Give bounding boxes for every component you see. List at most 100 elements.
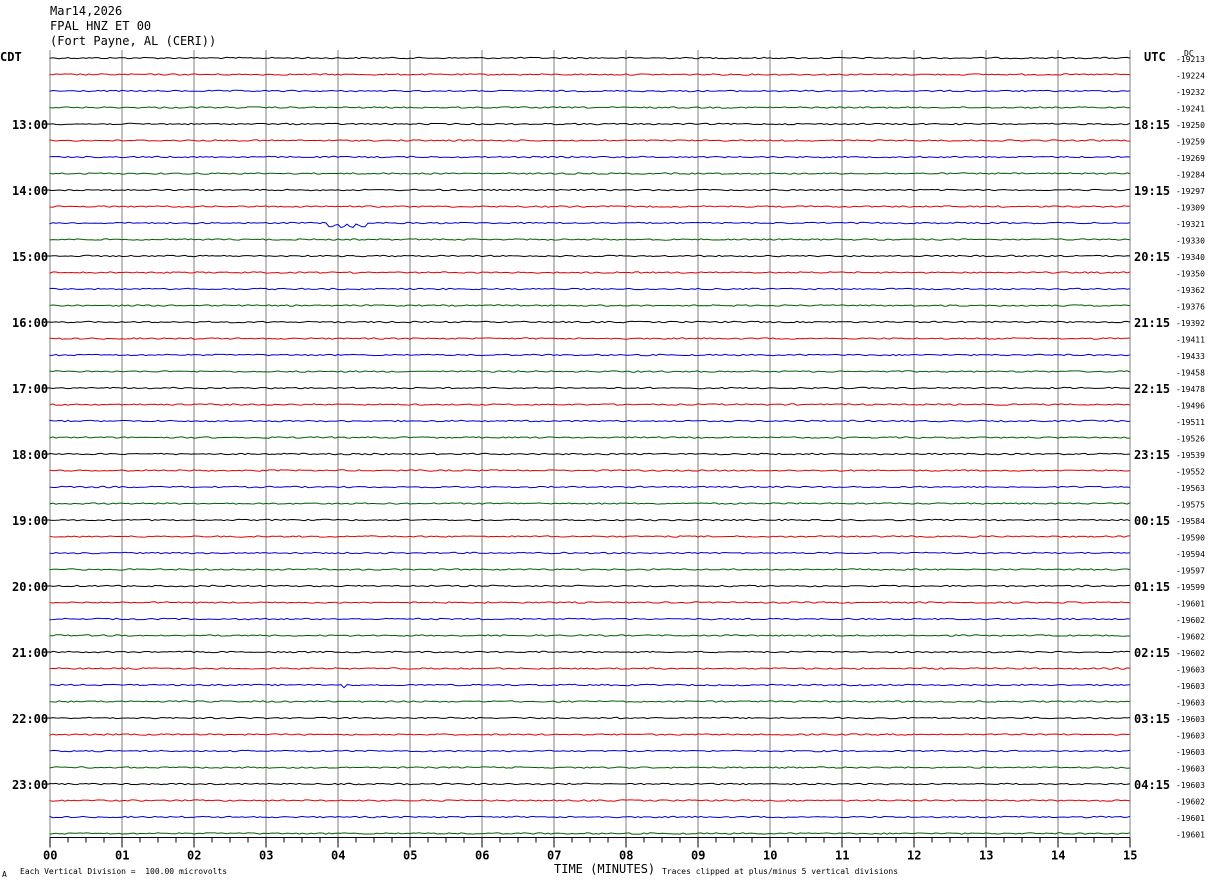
trace-35 xyxy=(49,634,1130,637)
right-hour-label-2: 20:15 xyxy=(1134,250,1170,264)
dc-offset-label-3: -19241 xyxy=(1176,105,1205,114)
x-tick-label-1: 01 xyxy=(115,849,129,863)
left-hour-label-3: 16:00 xyxy=(12,316,48,330)
trace-5 xyxy=(49,139,1131,142)
trace-9 xyxy=(49,205,1130,208)
dc-offset-label-10: -19321 xyxy=(1176,220,1205,229)
trace-1 xyxy=(49,73,1131,76)
dc-offset-label-41: -19603 xyxy=(1176,732,1205,741)
dc-offset-label-32: -19599 xyxy=(1176,583,1205,592)
x-tick-label-9: 09 xyxy=(691,849,705,863)
trace-30 xyxy=(49,551,1131,555)
right-hour-label-5: 23:15 xyxy=(1134,448,1170,462)
dc-offset-label-16: -19392 xyxy=(1176,319,1205,328)
x-tick-label-2: 02 xyxy=(187,849,201,863)
left-hour-label-0: 13:00 xyxy=(12,118,48,132)
dc-offset-label-31: -19597 xyxy=(1176,567,1205,576)
dc-offset-label-11: -19330 xyxy=(1176,237,1205,246)
dc-offset-label-22: -19511 xyxy=(1176,418,1205,427)
trace-40 xyxy=(49,716,1131,720)
trace-32 xyxy=(49,584,1131,588)
trace-43 xyxy=(49,766,1131,769)
dc-offset-label-44: -19603 xyxy=(1176,781,1205,790)
left-hour-label-2: 15:00 xyxy=(12,250,48,264)
dc-offset-label-45: -19602 xyxy=(1176,798,1205,807)
dc-offset-label-39: -19603 xyxy=(1176,699,1205,708)
trace-21 xyxy=(49,403,1131,406)
dc-offset-label-5: -19259 xyxy=(1176,138,1205,147)
right-hour-label-7: 01:15 xyxy=(1134,580,1170,594)
trace-11 xyxy=(49,238,1131,241)
dc-offset-label-23: -19526 xyxy=(1176,435,1205,444)
dc-offset-label-36: -19602 xyxy=(1176,649,1205,658)
dc-offset-label-6: -19269 xyxy=(1176,154,1205,163)
right-hour-label-9: 03:15 xyxy=(1134,712,1170,726)
dc-offset-label-28: -19584 xyxy=(1176,517,1205,526)
trace-26 xyxy=(49,485,1131,489)
seismogram-chart: -19213-19224-19232-19241-19250-19259-192… xyxy=(12,49,1205,863)
trace-39 xyxy=(49,700,1131,703)
x-tick-label-7: 07 xyxy=(547,849,561,863)
trace-33 xyxy=(49,601,1131,604)
dc-offset-label-34: -19602 xyxy=(1176,616,1205,625)
x-tick-label-14: 14 xyxy=(1051,849,1065,863)
trace-10 xyxy=(49,221,1131,229)
dc-offset-label-7: -19284 xyxy=(1176,171,1205,180)
left-hour-label-9: 22:00 xyxy=(12,712,48,726)
trace-36 xyxy=(49,650,1131,654)
dc-offset-label-1: -19224 xyxy=(1176,72,1205,81)
right-hour-label-10: 04:15 xyxy=(1134,778,1170,792)
clip-note: Traces clipped at plus/minus 5 vertical … xyxy=(662,867,899,876)
x-tick-label-10: 10 xyxy=(763,849,777,863)
x-axis-title: TIME (MINUTES) xyxy=(554,862,656,876)
dc-offset-label-12: -19340 xyxy=(1176,253,1205,262)
dc-offset-label-4: -19250 xyxy=(1176,121,1205,130)
dc-offset-label-38: -19603 xyxy=(1176,682,1205,691)
trace-13 xyxy=(49,271,1131,274)
trace-29 xyxy=(49,535,1131,538)
dc-label: DC xyxy=(1184,49,1194,58)
label-group: -19213-19224-19232-19241-19250-19259-192… xyxy=(12,49,1205,840)
x-tick-label-12: 12 xyxy=(907,849,921,863)
trace-16 xyxy=(49,320,1131,324)
right-hour-label-1: 19:15 xyxy=(1134,184,1170,198)
trace-group xyxy=(49,56,1131,835)
dc-offset-label-21: -19496 xyxy=(1176,402,1205,411)
trace-8 xyxy=(49,188,1131,192)
right-hour-label-0: 18:15 xyxy=(1134,118,1170,132)
trace-2 xyxy=(49,89,1131,93)
dc-offset-label-19: -19458 xyxy=(1176,369,1205,378)
dc-offset-label-29: -19590 xyxy=(1176,534,1205,543)
left-hour-label-7: 20:00 xyxy=(12,580,48,594)
trace-34 xyxy=(49,617,1131,621)
trace-3 xyxy=(49,106,1131,109)
trace-38 xyxy=(49,683,1130,689)
trace-24 xyxy=(49,452,1131,456)
dc-offset-label-37: -19603 xyxy=(1176,666,1205,675)
trace-20 xyxy=(49,386,1131,390)
dc-offset-label-9: -19309 xyxy=(1176,204,1205,213)
dc-offset-label-46: -19601 xyxy=(1176,814,1205,823)
dc-offset-label-18: -19433 xyxy=(1176,352,1205,361)
left-hour-label-5: 18:00 xyxy=(12,448,48,462)
dc-offset-label-43: -19603 xyxy=(1176,765,1205,774)
x-tick-label-13: 13 xyxy=(979,849,993,863)
dc-offset-label-47: -19601 xyxy=(1176,831,1205,840)
dc-offset-label-27: -19575 xyxy=(1176,501,1205,510)
x-axis: 00 01 02 03 04 05 06 07 08 09 10 11 12 13 14 15 xyxy=(43,837,1137,863)
trace-6 xyxy=(49,155,1131,159)
dc-offset-label-20: -19478 xyxy=(1176,385,1205,394)
trace-25 xyxy=(49,469,1131,472)
trace-22 xyxy=(49,419,1130,423)
dc-offset-label-8: -19297 xyxy=(1176,187,1205,196)
x-tick-label-4: 04 xyxy=(331,849,345,863)
dc-offset-label-40: -19603 xyxy=(1176,715,1205,724)
right-hour-label-4: 22:15 xyxy=(1134,382,1170,396)
corner-mark: A xyxy=(2,870,7,879)
dc-offset-label-33: -19601 xyxy=(1176,600,1205,609)
left-hour-label-1: 14:00 xyxy=(12,184,48,198)
trace-17 xyxy=(49,337,1131,340)
x-tick-label-15: 15 xyxy=(1123,849,1137,863)
trace-47 xyxy=(49,832,1131,835)
trace-45 xyxy=(49,799,1131,802)
